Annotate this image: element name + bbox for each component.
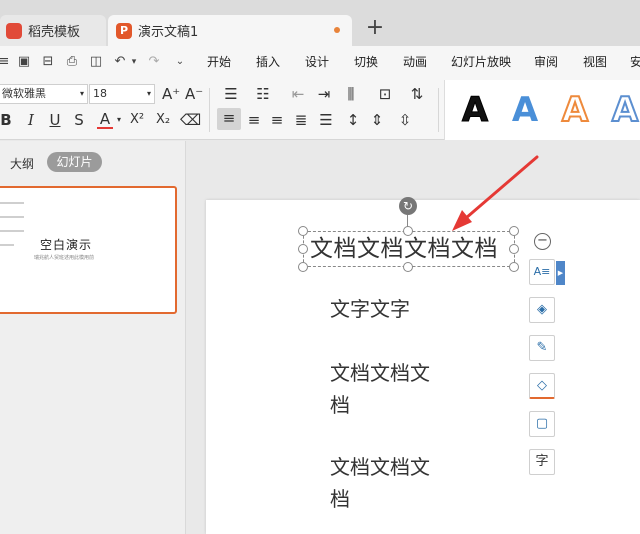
red-arrow-annotation: [452, 155, 539, 231]
app-window: 稻壳模板 P 演示文稿1 + ≡ ▣ ⊟ ⎙ ◫ ↶ ▾ ↷ ⌄ 开始 插入 设…: [0, 0, 640, 534]
